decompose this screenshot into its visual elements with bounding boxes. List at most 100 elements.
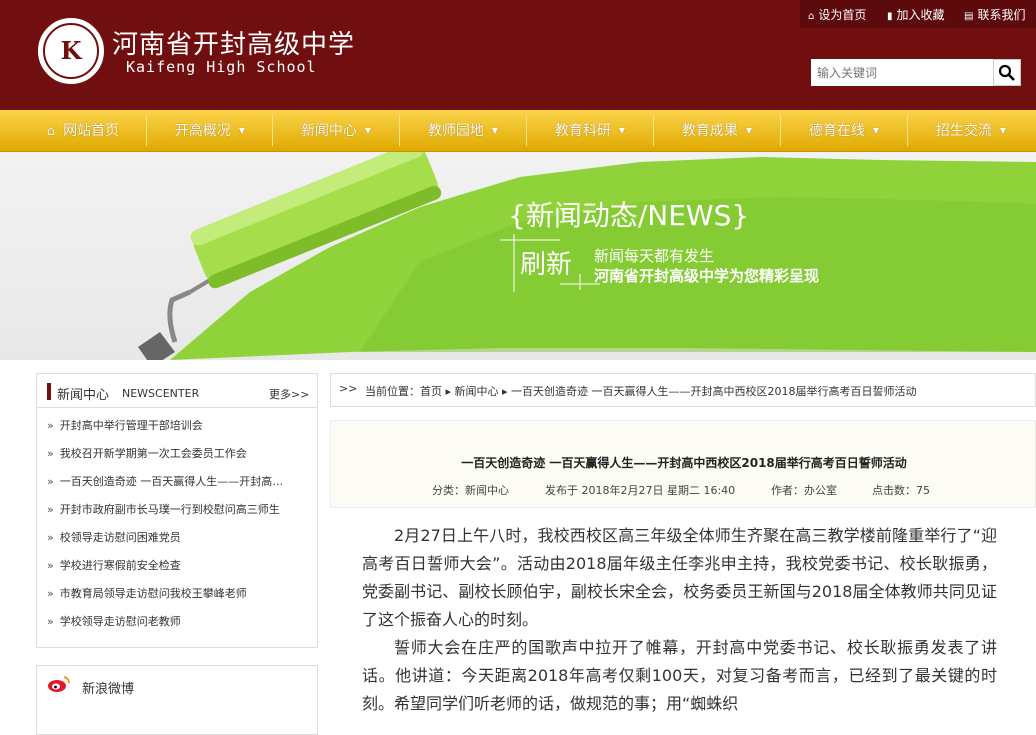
- news-banner: {新闻动态/NEWS} 刷新 新闻每天都有发生 河南省开封高级中学为您精彩呈现: [0, 152, 1036, 360]
- nav-divider: [653, 116, 654, 146]
- nav-teachers[interactable]: 教师园地 ▼: [401, 110, 525, 152]
- home-icon: ⌂: [808, 11, 815, 22]
- sidebar-news-item[interactable]: » 我校召开新学期第一次工会委员工作会: [47, 440, 309, 468]
- weibo-icon[interactable]: [47, 675, 71, 693]
- caret-down-icon: ▼: [999, 126, 1007, 135]
- caret-down-icon: ▼: [238, 126, 246, 135]
- main-nav: ⌂ 网站首页 开高概况 ▼ 新闻中心 ▼ 教师园地 ▼ 教育科研 ▼ 教育成果 ▼ 德育在线…: [0, 110, 1036, 152]
- nav-achievements[interactable]: 教育成果 ▼: [655, 110, 779, 152]
- add-bookmark-link[interactable]: ▮ 加入收藏: [887, 6, 945, 23]
- breadcrumb: >> 当前位置：首页 ▸ 新闻中心 ▸ 一百天创造奇迹 一百天赢得人生——开封高…: [330, 373, 1036, 407]
- school-name-en: Kaifeng High School: [126, 58, 317, 76]
- nav-teachers-label: 教师园地: [427, 123, 484, 139]
- article-author: 作者：办公室: [771, 484, 837, 497]
- caret-down-icon: ▼: [491, 126, 499, 135]
- news-sidebar: 新闻中心 NEWSCENTER 更多>> » 开封高中举行管理干部培训会 » 我校召…: [36, 373, 318, 648]
- sidebar-news-label: 我校召开新学期第一次工会委员工作会: [59, 447, 247, 460]
- sidebar-title: 新闻中心: [57, 388, 110, 403]
- search-input[interactable]: [811, 59, 993, 86]
- nav-home[interactable]: ⌂ 网站首页: [22, 110, 144, 152]
- nav-research-label: 教育科研: [554, 123, 611, 139]
- logo-mark: K: [60, 36, 82, 65]
- caret-down-icon: ▼: [872, 126, 880, 135]
- bullet-icon: »: [47, 475, 54, 488]
- article-paragraph: 2月27日上午八时，我校西校区高三年级全体师生齐聚在高三教学楼前隆重举行了“迎高…: [362, 526, 997, 629]
- bullet-icon: »: [47, 503, 54, 516]
- sidebar-news-label: 学校领导走访慰问老教师: [59, 615, 181, 628]
- sidebar-news-item[interactable]: » 开封高中举行管理干部培训会: [47, 412, 309, 440]
- nav-research[interactable]: 教育科研 ▼: [528, 110, 652, 152]
- contact-us-link[interactable]: ▤ 联系我们: [964, 6, 1025, 23]
- article-date: 发布于 2018年2月27日 星期二 16:40: [545, 484, 736, 497]
- bullet-icon: »: [47, 531, 54, 544]
- search-button[interactable]: [993, 59, 1021, 86]
- caret-down-icon: ▼: [364, 126, 372, 135]
- nav-about-label: 开高概况: [174, 123, 231, 139]
- sidebar-news-label: 市教育局领导走访慰问我校王攀峰老师: [59, 587, 247, 600]
- nav-divider: [399, 116, 400, 146]
- search-icon: [998, 64, 1015, 81]
- article-body: 2月27日上午八时，我校西校区高三年级全体师生齐聚在高三教学楼前隆重举行了“迎高…: [362, 522, 997, 718]
- sidebar-news-item[interactable]: » 校领导走访慰问困难党员: [47, 524, 309, 552]
- caret-down-icon: ▼: [745, 126, 753, 135]
- nav-divider: [146, 116, 147, 146]
- nav-moral[interactable]: 德育在线 ▼: [782, 110, 906, 152]
- top-links: ⌂ 设为首页 ▮ 加入收藏 ▤ 联系我们: [800, 0, 1036, 28]
- sidebar-news-label: 学校进行寒假前安全检查: [59, 559, 181, 572]
- article-category: 分类：新闻中心: [432, 484, 509, 497]
- sidebar-news-item[interactable]: » 学校领导走访慰问老教师: [47, 608, 309, 636]
- sidebar-news-label: 开封市政府副市长马璞一行到校慰问高三师生: [59, 503, 280, 516]
- nav-admissions-label: 招生交流: [935, 123, 992, 139]
- nav-news[interactable]: 新闻中心 ▼: [274, 110, 398, 152]
- school-name: 河南省开封高级中学: [112, 30, 356, 60]
- article-paragraph: 誓师大会在庄严的国歌声中拉开了帷幕，开封高中党委书记、校长耿振勇发表了讲话。他讲…: [362, 638, 997, 713]
- set-homepage-link[interactable]: ⌂ 设为首页: [808, 6, 866, 23]
- contact-us-label: 联系我们: [977, 8, 1026, 22]
- nav-moral-label: 德育在线: [808, 123, 865, 139]
- header: K 河南省开封高级中学 Kaifeng High School ⌂ 设为首页 ▮ 加…: [0, 0, 1036, 110]
- nav-divider: [780, 116, 781, 146]
- nav-admissions[interactable]: 招生交流 ▼: [909, 110, 1033, 152]
- banner-word: 刷新: [520, 250, 573, 280]
- banner-title: {新闻动态/NEWS}: [508, 199, 750, 232]
- nav-about[interactable]: 开高概况 ▼: [148, 110, 272, 152]
- sidebar-title-en: NEWSCENTER: [122, 387, 200, 400]
- more-link[interactable]: 更多>>: [269, 386, 309, 402]
- banner-tagline-2: 河南省开封高级中学为您精彩呈现: [594, 267, 820, 285]
- sidebar-news-label: 开封高中举行管理干部培训会: [59, 419, 203, 432]
- bullet-icon: »: [47, 559, 54, 572]
- sidebar-accent-bar: [47, 383, 51, 400]
- double-chevron-icon: >>: [339, 382, 358, 395]
- article-header: 一百天创造奇迹 一百天赢得人生——开封高中西校区2018届举行高考百日誓师活动 …: [330, 420, 1036, 508]
- sidebar-news-item[interactable]: » 一百天创造奇迹 一百天赢得人生——开封高…: [47, 468, 309, 496]
- sidebar-news-label: 校领导走访慰问困难党员: [59, 531, 181, 544]
- bullet-icon: »: [47, 615, 54, 628]
- sidebar-news-item[interactable]: » 开封市政府副市长马璞一行到校慰问高三师生: [47, 496, 309, 524]
- nav-achievements-label: 教育成果: [681, 123, 738, 139]
- paint-roller-illustration: [138, 152, 1036, 360]
- school-logo[interactable]: K: [38, 18, 104, 84]
- set-homepage-label: 设为首页: [818, 8, 867, 22]
- sidebar-news-item[interactable]: » 学校进行寒假前安全检查: [47, 552, 309, 580]
- contact-icon: ▤: [964, 11, 974, 22]
- banner-tagline-1: 新闻每天都有发生: [594, 247, 715, 265]
- nav-news-label: 新闻中心: [300, 123, 357, 139]
- caret-down-icon: ▼: [618, 126, 626, 135]
- nav-home-label: 网站首页: [63, 123, 120, 139]
- bullet-icon: »: [47, 419, 54, 432]
- sidebar-news-label: 一百天创造奇迹 一百天赢得人生——开封高…: [59, 475, 284, 488]
- sidebar-news-item[interactable]: » 市教育局领导走访慰问我校王攀峰老师: [47, 580, 309, 608]
- bullet-icon: »: [47, 447, 54, 460]
- article-clicks: 点击数：75: [872, 484, 930, 497]
- breadcrumb-text[interactable]: 当前位置：首页 ▸ 新闻中心 ▸ 一百天创造奇迹 一百天赢得人生——开封高中西校…: [365, 383, 917, 399]
- bullet-icon: »: [47, 587, 54, 600]
- bookmark-icon: ▮: [887, 11, 893, 22]
- nav-divider: [272, 116, 273, 146]
- weibo-title[interactable]: 新浪微博: [82, 678, 134, 697]
- weibo-panel: 新浪微博: [36, 665, 318, 735]
- add-bookmark-label: 加入收藏: [896, 8, 945, 22]
- home-icon: ⌂: [46, 124, 56, 139]
- article-title: 一百天创造奇迹 一百天赢得人生——开封高中西校区2018届举行高考百日誓师活动: [461, 456, 907, 470]
- sidebar-header: 新闻中心 NEWSCENTER 更多>>: [37, 374, 317, 408]
- nav-divider: [526, 116, 527, 146]
